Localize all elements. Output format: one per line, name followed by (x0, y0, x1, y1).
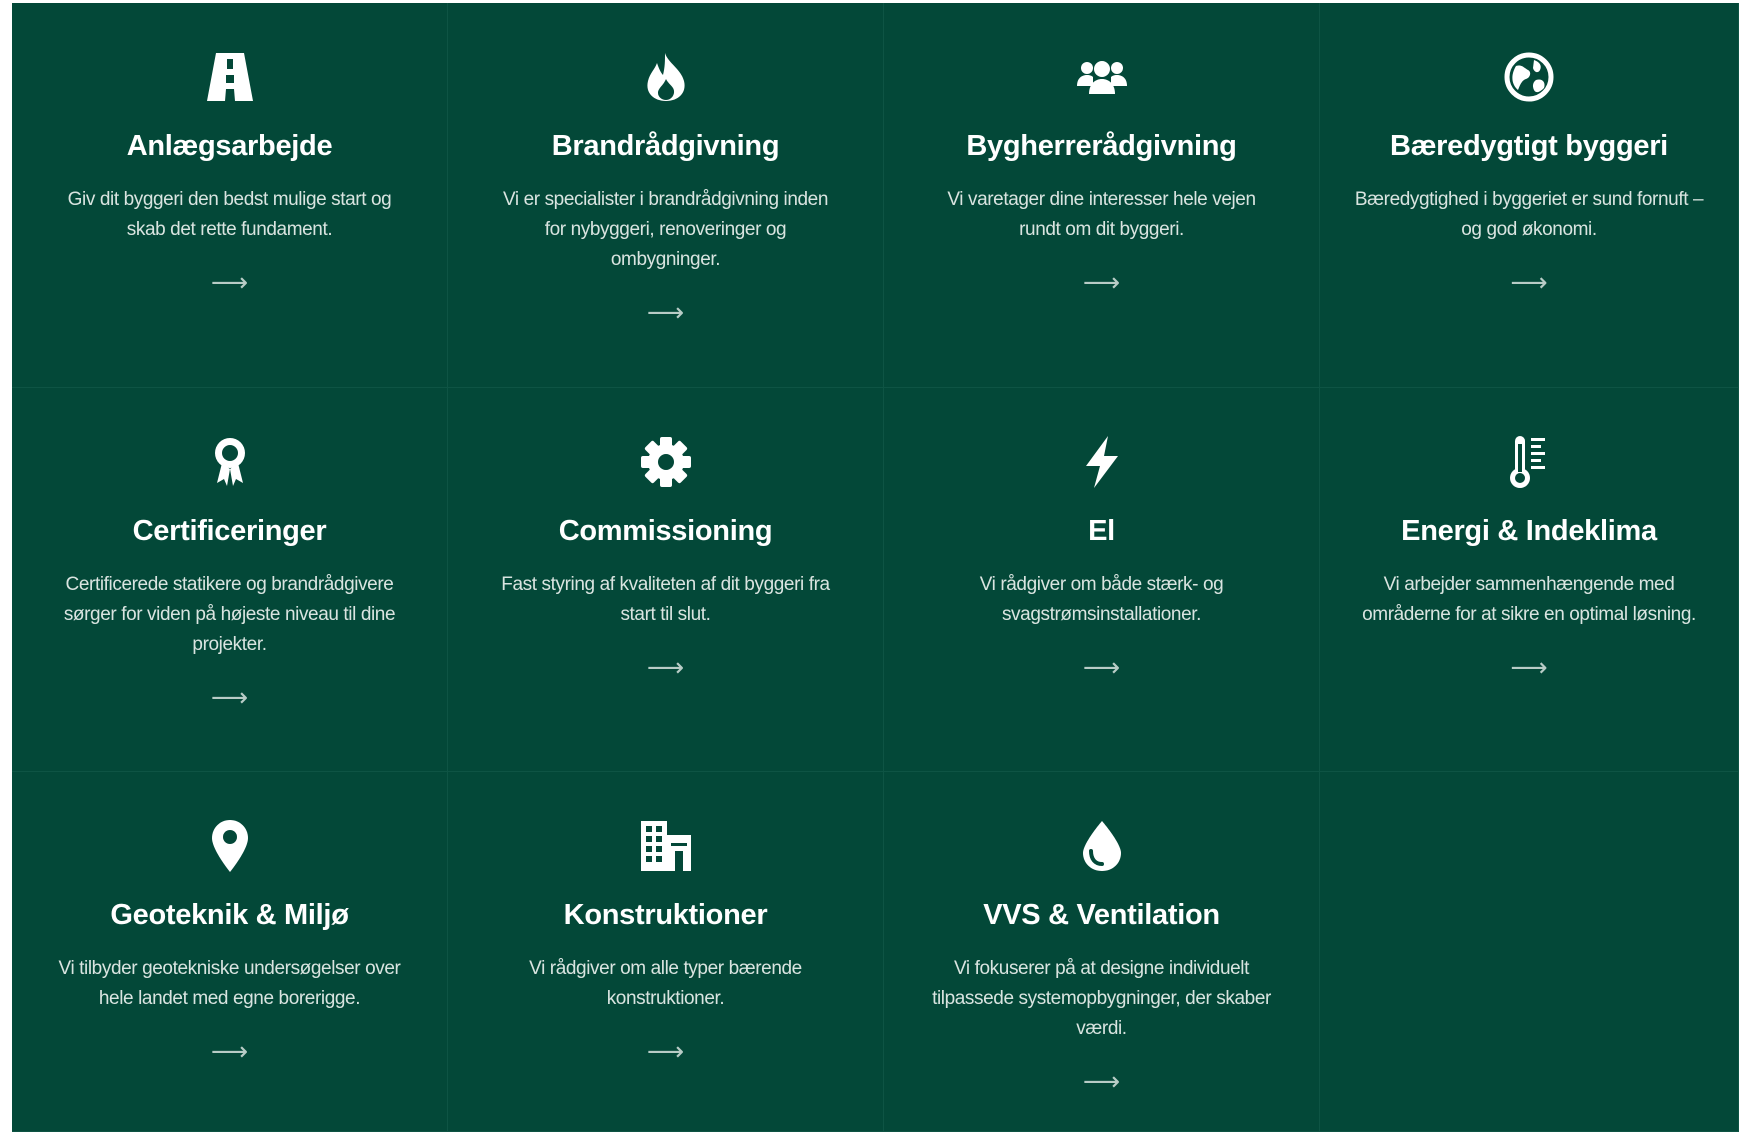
arrow-right-icon[interactable]: ⟶ (1083, 1066, 1120, 1096)
service-card-vvs-ventilation[interactable]: VVS & Ventilation Vi fokuserer på at des… (884, 772, 1320, 1132)
bolt-icon (1072, 433, 1132, 491)
service-title: Bygherrerådgivning (966, 130, 1237, 162)
users-icon (1072, 48, 1132, 106)
arrow-right-icon[interactable]: ⟶ (647, 1036, 684, 1066)
service-title: Certificeringer (132, 515, 327, 547)
arrow-right-icon[interactable]: ⟶ (1510, 652, 1547, 682)
service-title: Bæredygtigt byggeri (1390, 130, 1668, 162)
service-description: Vi er specialister i brandrådgivning ind… (502, 189, 829, 270)
arrow-right-icon[interactable]: ⟶ (211, 682, 248, 712)
service-description: Certificerede statikere og brandrådgiver… (63, 574, 396, 655)
water-drop-icon (1072, 817, 1132, 875)
service-description: Vi rådgiver om både stærk- og svagstrøms… (979, 574, 1224, 625)
service-description: Vi varetager dine interesser hele vejen … (947, 189, 1256, 240)
service-card-baeredygtigt-byggeri[interactable]: Bæredygtigt byggeri Bæredygtighed i bygg… (1320, 3, 1739, 388)
service-title: Commissioning (558, 515, 773, 547)
globe-icon (1499, 48, 1559, 106)
service-card-el[interactable]: El Vi rådgiver om både stærk- og svagstr… (884, 388, 1320, 772)
service-description: Vi tilbyder geotekniske undersøgelser ov… (58, 958, 401, 1009)
fire-icon (636, 48, 696, 106)
service-title: Brandrådgivning (551, 130, 780, 162)
road-icon (200, 48, 260, 106)
service-description: Giv dit byggeri den bedst mulige start o… (67, 189, 392, 240)
service-card-konstruktioner[interactable]: Konstruktioner Vi rådgiver om alle typer… (448, 772, 884, 1132)
service-card-commissioning[interactable]: Commissioning Fast styring af kvaliteten… (448, 388, 884, 772)
service-card-geoteknik-miljoe[interactable]: Geoteknik & Miljø Vi tilbyder geoteknisk… (12, 772, 448, 1132)
service-card-anlaegsarbejde[interactable]: Anlægsarbejde Giv dit byggeri den bedst … (12, 3, 448, 388)
thermometer-icon (1499, 433, 1559, 491)
service-description: Vi rådgiver om alle typer bærende konstr… (529, 958, 802, 1009)
service-description: Vi arbejder sammenhængende med områderne… (1362, 574, 1696, 625)
arrow-right-icon[interactable]: ⟶ (1510, 267, 1547, 297)
service-description: Fast styring af kvaliteten af dit bygger… (501, 574, 830, 625)
service-description: Vi fokuserer på at designe individuelt t… (932, 958, 1271, 1039)
service-title: Anlægsarbejde (126, 130, 333, 162)
arrow-right-icon[interactable]: ⟶ (1083, 267, 1120, 297)
service-title: Konstruktioner (563, 899, 768, 931)
service-card-certificeringer[interactable]: Certificeringer Certificerede statikere … (12, 388, 448, 772)
service-card-brandraadgivning[interactable]: Brandrådgivning Vi er specialister i bra… (448, 3, 884, 388)
arrow-right-icon[interactable]: ⟶ (647, 297, 684, 327)
service-title: VVS & Ventilation (983, 899, 1220, 931)
service-title: Energi & Indeklima (1401, 515, 1657, 547)
services-grid: Anlægsarbejde Giv dit byggeri den bedst … (12, 3, 1739, 1132)
arrow-right-icon[interactable]: ⟶ (1083, 652, 1120, 682)
arrow-right-icon[interactable]: ⟶ (211, 1036, 248, 1066)
arrow-right-icon[interactable]: ⟶ (647, 652, 684, 682)
gear-icon (636, 433, 696, 491)
service-card-energi-indeklima[interactable]: Energi & Indeklima Vi arbejder sammenhæn… (1320, 388, 1739, 772)
empty-cell (1320, 772, 1739, 1132)
service-description: Bæredygtighed i byggeriet er sund fornuf… (1354, 189, 1704, 240)
map-pin-icon (200, 817, 260, 875)
service-card-bygherreraadgivning[interactable]: Bygherrerådgivning Vi varetager dine int… (884, 3, 1320, 388)
arrow-right-icon[interactable]: ⟶ (211, 267, 248, 297)
service-title: Geoteknik & Miljø (110, 899, 349, 931)
services-section: Anlægsarbejde Giv dit byggeri den bedst … (0, 0, 1739, 1132)
award-icon (200, 433, 260, 491)
service-title: El (1088, 515, 1115, 547)
building-icon (636, 817, 696, 875)
